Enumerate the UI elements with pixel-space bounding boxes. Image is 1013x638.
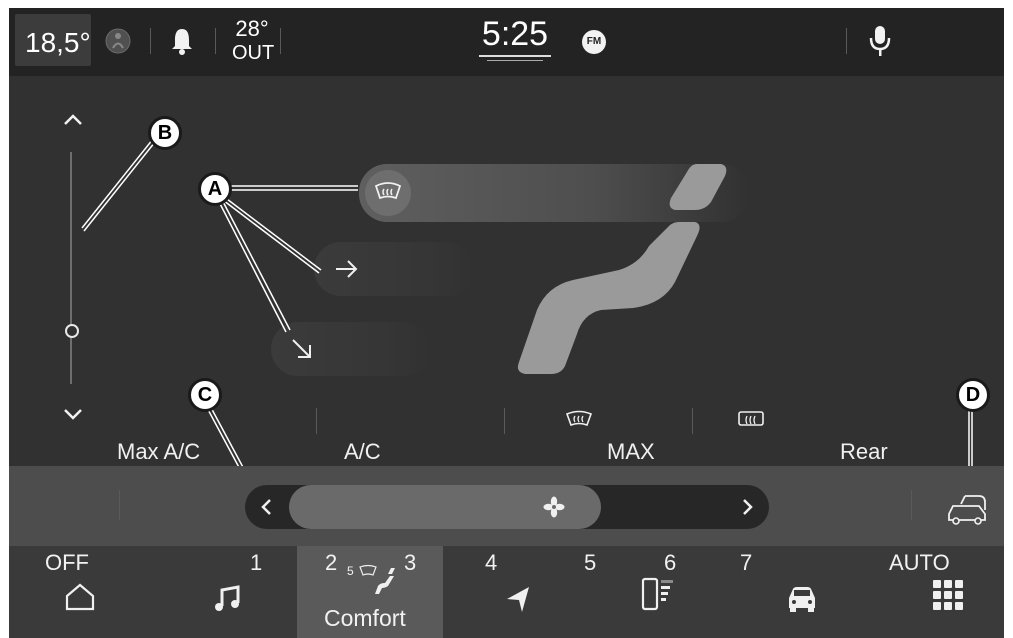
fan-level-1[interactable]: 1 [250,551,262,575]
callout-d: D [956,378,990,412]
rear-defrost-icon [738,411,764,426]
seat-icon [375,568,395,594]
rear-defrost-button[interactable]: Rear [840,440,888,464]
divider [316,408,317,434]
front-defrost-icon [565,410,593,427]
car-icon[interactable] [785,584,819,614]
climate-screen: 18,5° 28° OUT 5:25 FM B A C D Max A/C A/… [9,8,1004,638]
divider [692,408,693,434]
divider [504,408,505,434]
callout-b: B [148,116,182,150]
music-note-icon[interactable] [213,584,243,614]
recirculation-car-icon[interactable] [945,492,989,526]
auto-label[interactable]: AUTO [889,551,950,575]
callout-c: C [188,378,222,412]
apps-grid-icon[interactable] [931,578,965,612]
ac-button[interactable]: A/C [344,440,381,464]
fan-level-2[interactable]: 2 [325,551,337,575]
fan-level-3[interactable]: 3 [404,551,416,575]
chevron-left-icon[interactable] [257,497,277,517]
off-label[interactable]: OFF [45,551,89,575]
chevron-right-icon[interactable] [737,497,757,517]
fan-level-6[interactable]: 6 [664,551,676,575]
fan-icon [543,496,565,518]
navigation-arrow-icon[interactable] [503,584,533,614]
fan-level-4[interactable]: 4 [485,551,497,575]
comfort-small-number: 5 [347,564,354,578]
callout-a: A [198,172,232,206]
max-defrost-button[interactable]: MAX [607,440,655,464]
phone-icon[interactable] [639,576,683,612]
fan-level-7[interactable]: 7 [740,551,752,575]
divider [911,490,912,520]
comfort-label[interactable]: Comfort [324,606,406,630]
fan-level-5[interactable]: 5 [584,551,596,575]
home-icon[interactable] [63,582,97,612]
fan-speed-strip [9,466,1004,546]
fan-speed-control[interactable] [245,485,769,529]
divider [119,490,120,520]
max-ac-button[interactable]: Max A/C [117,440,200,464]
